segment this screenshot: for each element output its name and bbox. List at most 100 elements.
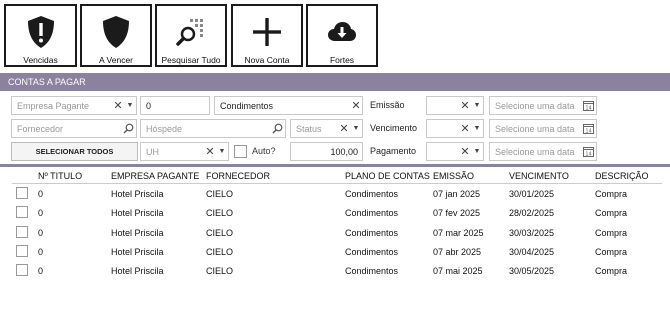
emissao-date-picker[interactable]: Selecione uma data 14 (489, 96, 597, 115)
pagamento-mode-select[interactable]: ✕ ▼ (426, 142, 484, 161)
col-vencimento[interactable]: VENCIMENTO (509, 171, 569, 181)
pagamento-label: Pagamento (370, 146, 417, 156)
search-icon[interactable] (269, 123, 285, 134)
emissao-cell: 07 mai 2025 (433, 266, 483, 277)
clear-icon[interactable]: ✕ (338, 122, 350, 135)
auto-label: Auto? (252, 146, 276, 156)
col-empresa-pagante[interactable]: EMPRESA PAGANTE (111, 171, 199, 181)
plano-contas-cell: Condimentos (345, 266, 399, 277)
clear-icon[interactable]: ✕ (350, 99, 362, 112)
empresa-pagante-cell: Hotel Priscila (111, 227, 164, 238)
uh-placeholder: UH (146, 146, 159, 157)
descricao-cell: Compra (595, 227, 628, 238)
empresa-pagante-cell: Hotel Priscila (111, 208, 164, 219)
vencimento-date-picker[interactable]: Selecione uma data 14 (489, 119, 597, 138)
col-plano-contas[interactable]: PLANO DE CONTAS (345, 171, 430, 181)
col-fornecedor[interactable]: FORNECEDOR (206, 171, 270, 181)
pagamento-date-placeholder: Selecione uma data (495, 146, 575, 157)
calendar-icon[interactable]: 14 (580, 100, 596, 111)
descricao-cell: Compra (595, 189, 628, 199)
table-row[interactable]: 0 Hotel Priscila CIELO Condimentos 07 abr 20… (0, 242, 670, 261)
svg-text:14: 14 (585, 129, 591, 135)
row-checkbox[interactable] (16, 206, 28, 219)
pagamento-date-picker[interactable]: Selecione uma data 14 (489, 142, 597, 161)
calendar-icon[interactable]: 14 (580, 146, 596, 157)
nova-conta-button[interactable]: Nova Conta (231, 4, 303, 67)
vencidas-label: Vencidas (23, 55, 58, 65)
vencimento-cell: 30/05/2025 (509, 266, 555, 277)
table-row[interactable]: 0 Hotel Priscila CIELO Condimentos 07 fev 20… (0, 203, 670, 222)
fornecedor-cell: CIELO (206, 227, 234, 238)
status-placeholder: Status (296, 123, 322, 134)
empresa-pagante-placeholder: Empresa Pagante (17, 100, 90, 111)
emissao-cell: 07 abr 2025 (433, 246, 482, 257)
clear-icon[interactable]: ✕ (204, 145, 216, 158)
row-checkbox[interactable] (16, 264, 28, 277)
emissao-cell: 07 jan 2025 (433, 189, 481, 199)
descricao-cell: Compra (595, 246, 628, 257)
cloud-download-icon (327, 14, 357, 50)
vencimento-date-placeholder: Selecione uma data (495, 123, 575, 134)
numero-field[interactable]: 0 (140, 96, 210, 115)
hospede-search[interactable]: Hóspede (140, 119, 286, 138)
emissao-mode-select[interactable]: ✕ ▼ (426, 96, 484, 115)
shield-exclamation-icon (26, 14, 56, 50)
fortes-button[interactable]: Fortes (306, 4, 378, 67)
row-checkbox[interactable] (16, 244, 28, 257)
numero-titulo-cell: 0 (38, 266, 44, 277)
hospede-placeholder: Hóspede (146, 123, 183, 134)
vencimento-mode-select[interactable]: ✕ ▼ (426, 119, 484, 138)
col-descricao[interactable]: DESCRIÇÃO (595, 171, 649, 181)
vencimento-cell: 28/02/2025 (509, 208, 555, 219)
emissao-date-placeholder: Selecione uma data (495, 100, 575, 111)
plano-contas-value: Condimentos (220, 100, 274, 111)
auto-checkbox[interactable] (234, 145, 247, 158)
table-row[interactable]: 0 Hotel Priscila CIELO Condimentos 07 mar 20… (0, 223, 670, 242)
clear-icon[interactable]: ✕ (112, 99, 124, 112)
chevron-down-icon[interactable]: ▼ (471, 148, 483, 155)
pesquisar-tudo-label: Pesquisar Tudo (161, 55, 221, 65)
vencimento-cell: 30/03/2025 (509, 227, 555, 238)
valor-value: 100,00 (330, 146, 358, 157)
numero-titulo-cell: 0 (38, 208, 44, 219)
fornecedor-search[interactable]: Fornecedor (11, 119, 137, 138)
empresa-pagante-cell: Hotel Priscila (111, 189, 164, 199)
uh-select[interactable]: UH ✕ ▼ (140, 142, 229, 161)
numero-titulo-cell: 0 (38, 227, 44, 238)
plano-contas-cell: Condimentos (345, 227, 399, 238)
empresa-pagante-select[interactable]: Empresa Pagante ✕ ▼ (11, 96, 137, 115)
table-row[interactable]: 0 Hotel Priscila CIELO Condimentos 07 jan 20… (0, 184, 670, 203)
chevron-down-icon[interactable]: ▼ (471, 102, 483, 109)
chevron-down-icon[interactable]: ▼ (471, 125, 483, 132)
plano-contas-cell: Condimentos (345, 208, 399, 219)
vencimento-cell: 30/04/2025 (509, 246, 555, 257)
row-checkbox[interactable] (16, 187, 28, 199)
fornecedor-cell: CIELO (206, 246, 234, 257)
clear-icon[interactable]: ✕ (459, 122, 471, 135)
search-icon[interactable] (120, 123, 136, 134)
vencidas-button[interactable]: Vencidas (4, 4, 77, 67)
col-numero-titulo[interactable]: Nº TITULO (38, 171, 82, 181)
numero-titulo-cell: 0 (38, 246, 44, 257)
fornecedor-cell: CIELO (206, 189, 234, 199)
numero-value: 0 (146, 100, 152, 111)
valor-field[interactable]: 100,00 (290, 142, 363, 161)
pesquisar-tudo-button[interactable]: Pesquisar Tudo (155, 4, 227, 67)
selecionar-todos-button[interactable]: SELECIONAR TODOS (11, 142, 138, 161)
emissao-cell: 07 fev 2025 (433, 208, 481, 219)
clear-icon[interactable]: ✕ (459, 145, 471, 158)
col-emissao[interactable]: EMISSÃO (433, 171, 474, 181)
status-select[interactable]: Status ✕ ▼ (290, 119, 363, 138)
chevron-down-icon[interactable]: ▼ (124, 102, 136, 109)
chevron-down-icon[interactable]: ▼ (216, 148, 228, 155)
row-checkbox[interactable] (16, 225, 28, 238)
calendar-icon[interactable]: 14 (580, 123, 596, 134)
descricao-cell: Compra (595, 266, 628, 277)
plano-contas-select[interactable]: Condimentos ✕ (214, 96, 363, 115)
plus-icon (252, 14, 282, 50)
clear-icon[interactable]: ✕ (459, 99, 471, 112)
table-row[interactable]: 0 Hotel Priscila CIELO Condimentos 07 mai 20… (0, 261, 670, 280)
section-title: CONTAS A PAGAR (0, 73, 670, 91)
a-vencer-button[interactable]: A Vencer (80, 4, 152, 67)
chevron-down-icon[interactable]: ▼ (350, 125, 362, 132)
